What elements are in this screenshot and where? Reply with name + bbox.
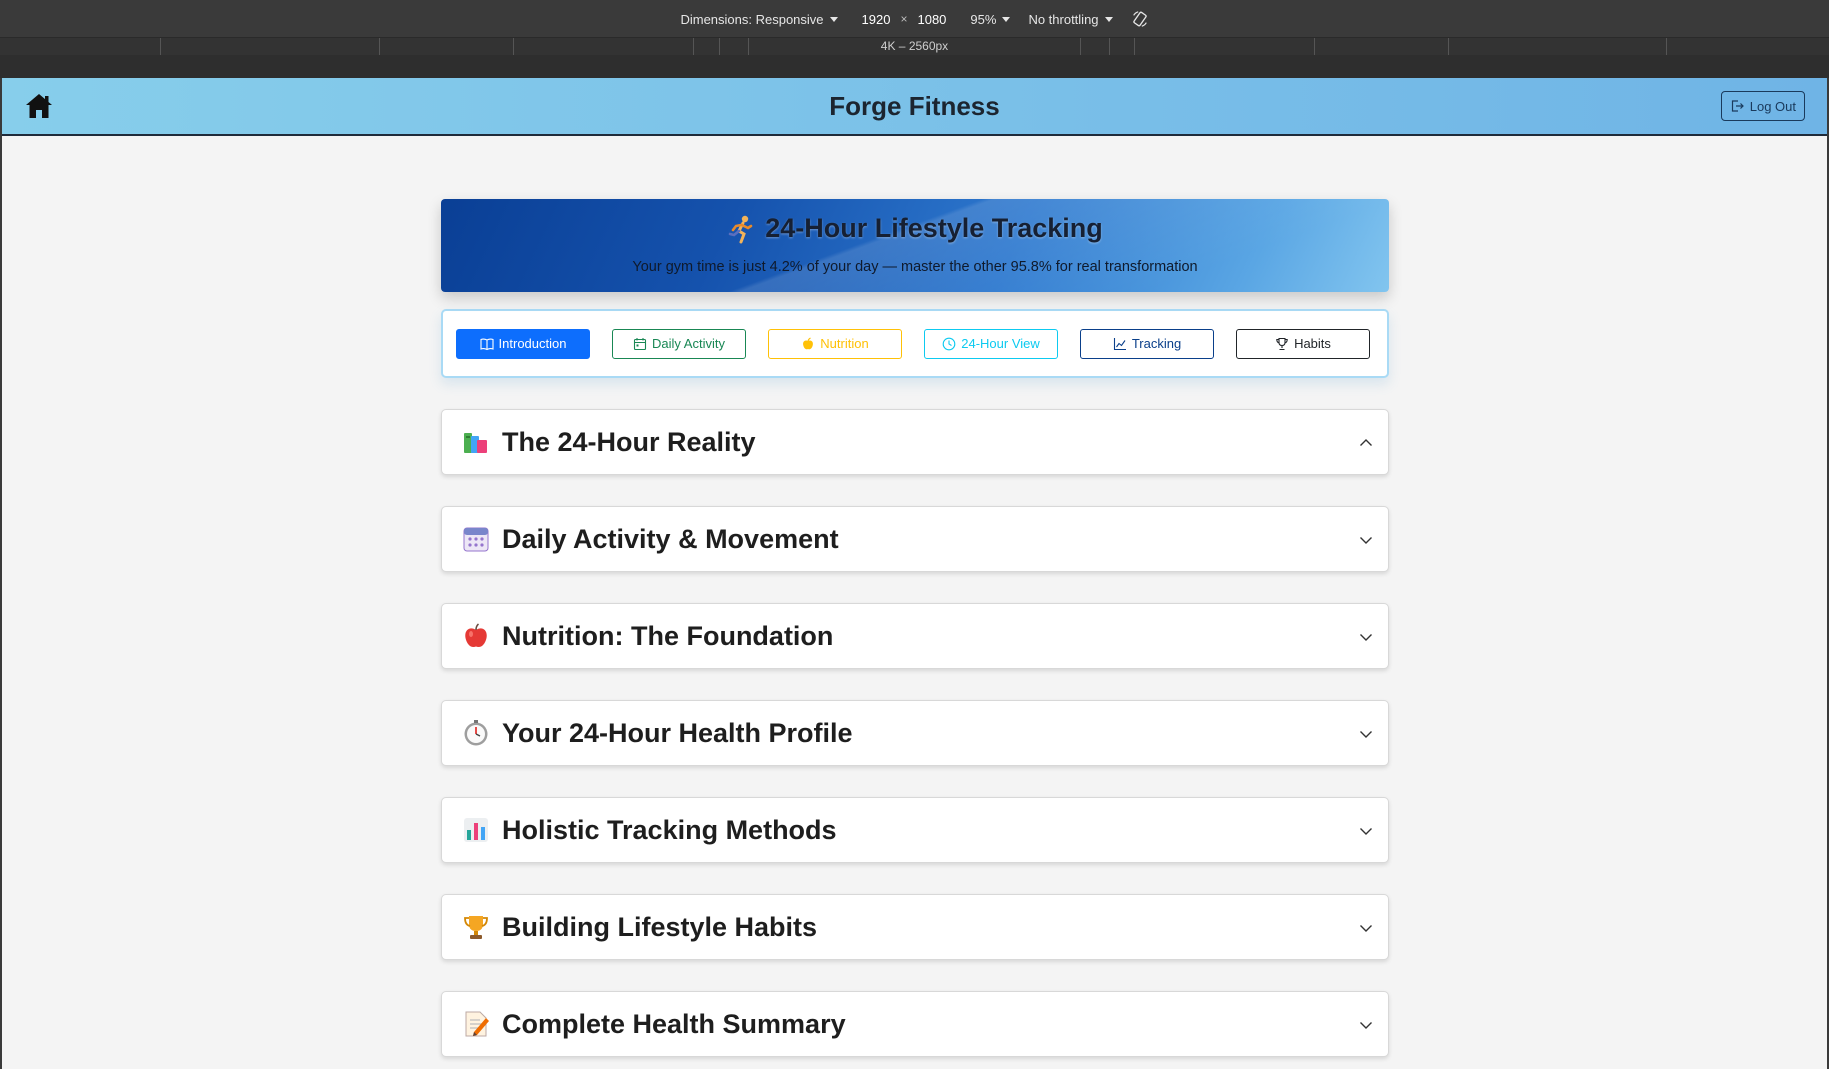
accordion-24-hour-reality[interactable]: The 24-Hour Reality [441,409,1389,475]
accordion-title: Building Lifestyle Habits [502,912,818,942]
accordion-title: The 24-Hour Reality [502,427,756,457]
accordion-title: Your 24-Hour Health Profile [502,718,853,748]
tab-24-hour-view[interactable]: 24-Hour View [924,328,1058,359]
zoom-dropdown[interactable]: 95% [970,11,1011,27]
logout-icon [1731,100,1744,112]
tab-introduction[interactable]: Introduction [456,328,590,359]
hero-banner: 24-Hour Lifestyle Tracking Your gym time… [441,199,1389,292]
rotate-icon [1132,11,1147,27]
dimensions-inputs: 1920 × 1080 [856,12,953,27]
accordion-title: Nutrition: The Foundation [502,621,834,651]
apple-icon [803,337,814,349]
tab-label: Tracking [1131,336,1182,351]
logout-label: Log Out [1749,98,1796,114]
tab-daily-activity[interactable]: Daily Activity [612,328,746,359]
main-content: 24-Hour Lifestyle Tracking Your gym time… [441,199,1389,1057]
tab-tracking[interactable]: Tracking [1080,328,1214,359]
zoom-label: 95% [970,11,997,27]
devtools-toolbar: Dimensions: Responsive 1920 × 1080 95% N… [0,0,1829,37]
logout-button[interactable]: Log Out [1720,91,1805,121]
caret-down-icon [1104,16,1113,22]
accordion-health-profile[interactable]: Your 24-Hour Health Profile [441,700,1389,766]
chevron-up-icon [1360,439,1372,446]
calendar-icon [633,337,647,350]
caret-down-icon [1002,16,1011,22]
brand-title: Forge Fitness [829,91,1000,121]
accordion-title: Holistic Tracking Methods [502,815,837,845]
books-emoji-icon [464,433,487,453]
width-input[interactable]: 1920 [862,12,891,27]
media-query-ruler: 4K – 2560px [0,37,1829,56]
accordion-nutrition[interactable]: Nutrition: The Foundation [441,603,1389,669]
stopwatch-emoji-icon [464,720,488,746]
accordion-health-summary[interactable]: Complete Health Summary [441,991,1389,1057]
page-viewport: Forge Fitness Log Out 24-Hour Lifestyle … [2,78,1827,1069]
tab-label: Daily Activity [652,336,725,351]
bar-chart-emoji-icon [464,818,488,842]
hero-title: 24-Hour Lifestyle Tracking [765,213,1103,243]
tab-label: Habits [1294,336,1331,351]
runner-emoji-icon [728,215,753,243]
dimensions-dropdown[interactable]: Dimensions: Responsive [680,11,838,27]
tab-label: 24-Hour View [961,336,1040,351]
rotate-button[interactable] [1131,10,1149,28]
chevron-down-icon [1360,731,1372,738]
chevron-down-icon [1360,634,1372,641]
tab-nutrition[interactable]: Nutrition [768,328,902,359]
trophy-icon [1276,337,1288,350]
clock-icon [942,337,956,350]
ruler-label: 4K – 2560px [880,39,949,53]
chevron-down-icon [1360,828,1372,835]
hero-title-row: 24-Hour Lifestyle Tracking [441,213,1389,244]
trophy-emoji-icon [464,916,488,939]
dimensions-label: Dimensions: Responsive [680,11,824,27]
height-input[interactable]: 1080 [917,12,946,27]
memo-emoji-icon [465,1011,489,1037]
throttling-dropdown[interactable]: No throttling [1028,11,1113,27]
tab-label: Introduction [498,336,567,351]
tab-label: Nutrition [820,336,869,351]
accordion-daily-activity[interactable]: Daily Activity & Movement [441,506,1389,572]
throttling-label: No throttling [1028,11,1099,27]
tab-habits[interactable]: Habits [1236,328,1370,359]
accordion-lifestyle-habits[interactable]: Building Lifestyle Habits [441,894,1389,960]
accordion-tracking-methods[interactable]: Holistic Tracking Methods [441,797,1389,863]
book-icon [479,338,494,350]
chevron-down-icon [1360,1022,1372,1029]
accordion-title: Daily Activity & Movement [502,524,839,554]
chart-line-icon [1113,337,1126,350]
times-symbol: × [900,12,908,26]
devtools-gap [0,55,1829,78]
caret-down-icon [829,16,838,22]
top-navbar: Forge Fitness Log Out [2,78,1827,136]
apple-emoji-icon [465,623,487,648]
chevron-down-icon [1360,537,1372,544]
calendar-emoji-icon [463,527,489,552]
accordion-title: Complete Health Summary [502,1009,846,1039]
chevron-down-icon [1360,925,1372,932]
hero-subtitle: Your gym time is just 4.2% of your day —… [632,259,1198,275]
section-tabs: Introduction Daily Activity Nutrition 24… [441,309,1389,378]
